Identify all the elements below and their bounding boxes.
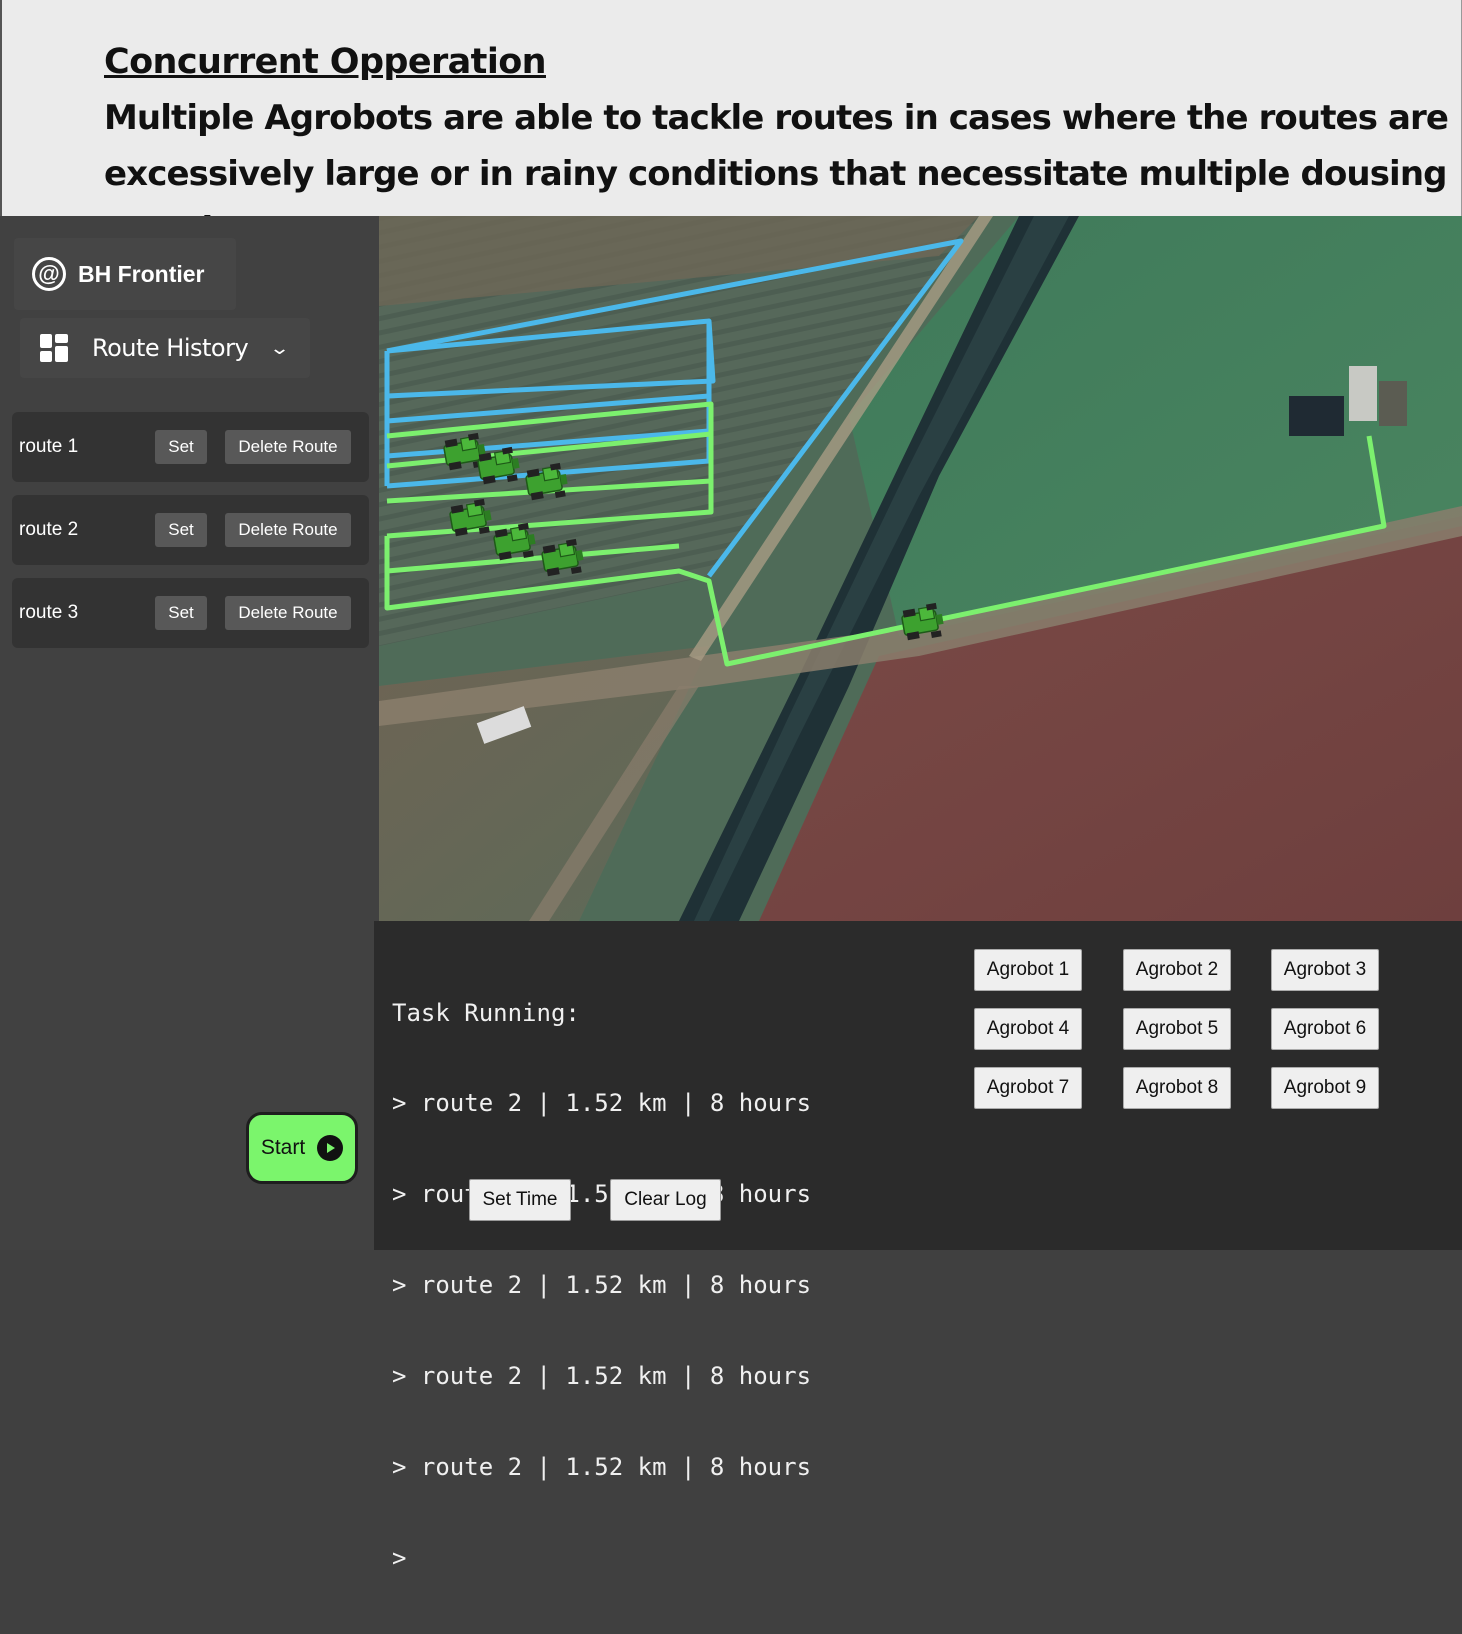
log-line: > route 2 | 1.52 km | 8 hours (392, 1271, 812, 1300)
set-route-button[interactable]: Set (155, 430, 207, 464)
sidebar: @ BH Frontier Route History ⌄ route 1 Se… (0, 216, 379, 1250)
building (1349, 366, 1377, 421)
set-route-button[interactable]: Set (155, 513, 207, 547)
agrobot-button-2[interactable]: Agrobot 2 (1123, 949, 1231, 991)
agrobot-button-5[interactable]: Agrobot 5 (1123, 1008, 1231, 1050)
agrobot-button-4[interactable]: Agrobot 4 (974, 1008, 1082, 1050)
route-history-dropdown[interactable]: Route History ⌄ (20, 318, 310, 378)
start-label: Start (260, 1136, 306, 1159)
satellite-map[interactable] (379, 216, 1462, 921)
log-line: > route 2 | 1.52 km | 8 hours (392, 1362, 812, 1391)
route-history-label: Route History (92, 334, 249, 362)
console-panel: Task Running: > route 2 | 1.52 km | 8 ho… (374, 921, 1462, 1572)
set-route-button[interactable]: Set (155, 596, 207, 630)
chevron-down-icon: ⌄ (269, 337, 291, 358)
agrobot-button-1[interactable]: Agrobot 1 (974, 949, 1082, 991)
route-name: route 2 (19, 519, 79, 540)
route-card: route 1 Set Delete Route (12, 412, 369, 482)
log-line: > route 2 | 1.52 km | 8 hours (392, 1453, 812, 1482)
route-name: route 3 (19, 602, 79, 623)
start-button[interactable]: Start (246, 1112, 358, 1184)
play-icon (317, 1135, 344, 1161)
agrobot-button-8[interactable]: Agrobot 8 (1123, 1067, 1231, 1109)
log-line: > route 2 | 1.52 km | 8 hours (392, 1089, 812, 1118)
route-name: route 1 (19, 436, 79, 457)
delete-route-button[interactable]: Delete Route (225, 430, 351, 464)
delete-route-button[interactable]: Delete Route (225, 596, 351, 630)
agrobot-button-7[interactable]: Agrobot 7 (974, 1067, 1082, 1109)
clear-log-button[interactable]: Clear Log (610, 1179, 721, 1221)
agrobot-button-6[interactable]: Agrobot 6 (1271, 1008, 1379, 1050)
agrobot-button-9[interactable]: Agrobot 9 (1271, 1067, 1379, 1109)
building (1289, 396, 1344, 436)
caption-title: Concurrent Opperation (104, 42, 547, 82)
set-time-button[interactable]: Set Time (469, 1179, 571, 1221)
log-line: Task Running: (392, 998, 580, 1027)
log-line: > (392, 1543, 407, 1572)
agrobot-button-3[interactable]: Agrobot 3 (1271, 949, 1379, 991)
delete-route-button[interactable]: Delete Route (225, 513, 351, 547)
building (1379, 381, 1407, 426)
route-card: route 2 Set Delete Route (12, 495, 369, 565)
brand-name: BH Frontier (78, 260, 205, 287)
route-card: route 3 Set Delete Route (12, 578, 369, 648)
grid-icon (40, 334, 68, 362)
task-log: Task Running: > route 2 | 1.52 km | 8 ho… (392, 937, 811, 1634)
at-sign-icon: @ (32, 257, 66, 291)
log-line: > route 2 | 1.52 km | 8 hours (392, 1180, 812, 1209)
brand[interactable]: @ BH Frontier (14, 238, 236, 310)
caption-band: Concurrent Opperation Multiple Agrobots … (0, 0, 1462, 250)
map-canvas (379, 216, 1462, 921)
